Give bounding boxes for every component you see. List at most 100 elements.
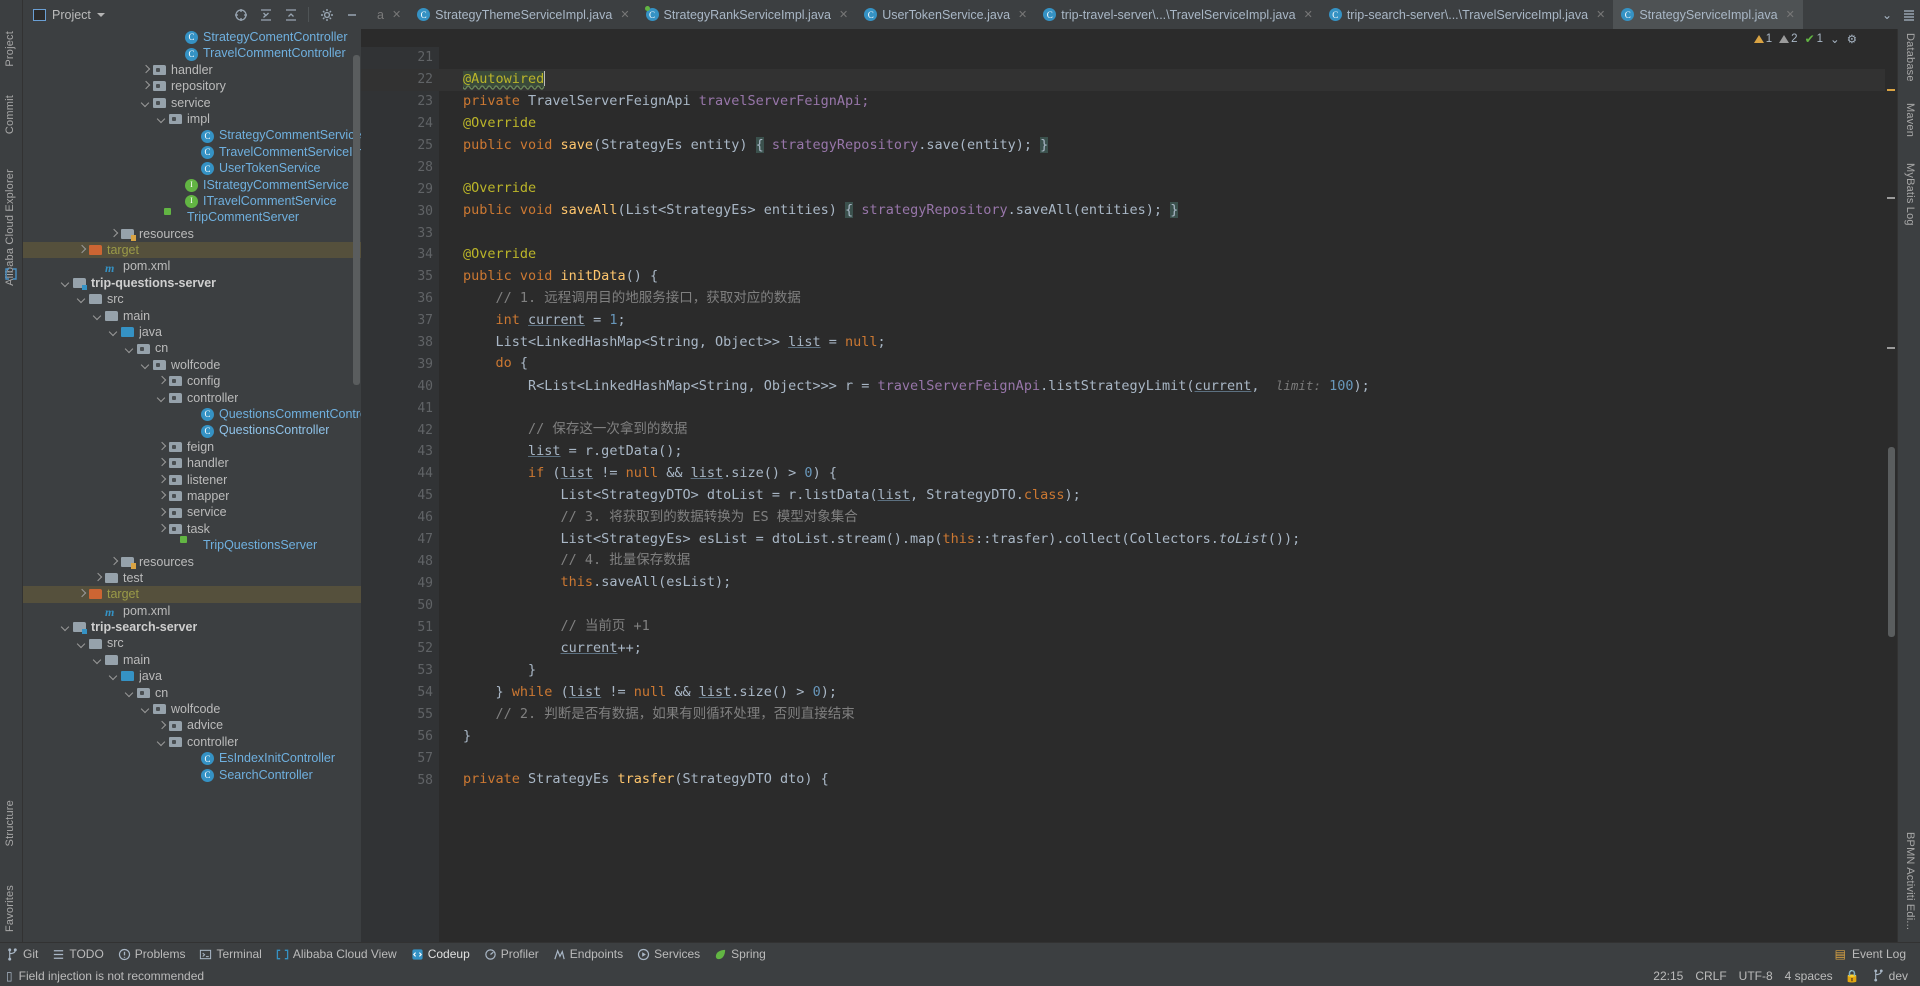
tree-item-trip-questions-server[interactable]: trip-questions-server	[23, 275, 361, 291]
status-branch[interactable]: dev	[1872, 969, 1908, 983]
tree-item-travelcommentcontroller[interactable]: C TravelCommentController	[23, 45, 361, 61]
gutter-line-41[interactable]: 41	[361, 397, 439, 419]
gutter-line-53[interactable]: 53−	[361, 660, 454, 682]
chevron-right-icon[interactable]	[157, 721, 167, 731]
tree-item-esindexinitcontroller[interactable]: C EsIndexInitController	[23, 750, 361, 766]
tree-item-service[interactable]: service	[23, 95, 361, 111]
weak-warning-count-badge[interactable]: 2	[1779, 33, 1798, 45]
gutter-line-50[interactable]: 50	[361, 594, 439, 616]
gutter-line-23[interactable]: 23	[361, 91, 458, 113]
editor-tab-1[interactable]: C StrategyThemeServiceImpl.java ✕	[409, 0, 637, 29]
editor-tab-5[interactable]: C trip-search-server\...\TravelServiceIm…	[1321, 0, 1614, 29]
tree-item-questionscommentcontroller[interactable]: C QuestionsCommentController	[23, 406, 361, 422]
code-line-54[interactable]: } while (list != null && list.size() > 0…	[439, 682, 1897, 704]
code-line-40[interactable]: R<List<LinkedHashMap<String, Object>>> r…	[439, 375, 1897, 397]
collapse-all-icon[interactable]	[283, 7, 298, 22]
editor-tab-2[interactable]: C StrategyRankServiceImpl.java ✕	[638, 0, 857, 29]
editor-tab-0[interactable]: a ✕	[369, 0, 409, 29]
marker-weak-warning[interactable]	[1887, 197, 1895, 199]
gutter-line-25[interactable]: 25+	[361, 135, 460, 157]
inspection-settings-icon[interactable]: ⚙	[1847, 32, 1857, 46]
sidebar-item-favorites[interactable]: Favorites	[4, 885, 16, 932]
code-editor[interactable]: 1 2 ✔ 1 ⌄ ⚙ 2122232425+282930+333	[361, 29, 1897, 942]
chevron-down-icon[interactable]	[93, 655, 103, 665]
code-line-58[interactable]: private StrategyEs trasfer(StrategyDTO d…	[439, 769, 1897, 791]
chevron-right-icon[interactable]	[141, 65, 151, 75]
close-icon[interactable]: ✕	[1596, 8, 1605, 21]
code-line-50[interactable]	[439, 594, 1897, 616]
editor-scrollbar-marks[interactable]	[1885, 47, 1897, 942]
gutter-line-34[interactable]: 34	[361, 244, 439, 266]
expand-all-icon[interactable]	[258, 7, 273, 22]
gutter-line-45[interactable]: 45	[361, 485, 439, 507]
editor-gutter[interactable]: 21 22 23 24 25+ 28 29 30+ 33 34 35− 36 37 38 39− 40 41 42…	[361, 47, 460, 942]
tool-button-problems[interactable]: Problems	[118, 947, 185, 961]
tool-button-codeup[interactable]: Codeup	[411, 947, 470, 961]
tool-button-terminal[interactable]: Terminal	[199, 947, 262, 961]
tool-button-alibaba-cloud-view[interactable]: Alibaba Cloud View	[276, 947, 397, 961]
code-line-42[interactable]: // 保存这一次拿到的数据	[439, 419, 1897, 441]
tree-item-controller[interactable]: controller	[23, 734, 361, 750]
tree-item-tripcommentserver[interactable]: TripCommentServer	[23, 209, 361, 225]
tree-item-wolfcode[interactable]: wolfcode	[23, 701, 361, 717]
tree-item-pom-xml[interactable]: m pom.xml	[23, 603, 361, 619]
code-line-57[interactable]	[439, 748, 1897, 770]
code-line-23[interactable]: private TravelServerFeignApi travelServe…	[439, 91, 1897, 113]
status-encoding[interactable]: UTF-8	[1739, 969, 1773, 983]
lock-icon[interactable]: 🔒	[1845, 969, 1860, 983]
gutter-line-46[interactable]: 46	[361, 507, 439, 529]
tool-button-endpoints[interactable]: Endpoints	[553, 947, 623, 961]
gutter-line-43[interactable]: 43	[361, 441, 439, 463]
gutter-line-52[interactable]: 52	[361, 638, 439, 660]
warning-count-badge[interactable]: 1	[1753, 33, 1772, 45]
code-line-41[interactable]	[439, 397, 1897, 419]
code-area[interactable]: 21 22 23 24 25+ 28 29 30+ 33 34 35− 36 37 38 39− 40 41 42…	[361, 47, 1897, 942]
sidebar-item-mybatis-log[interactable]: MyBatis Log	[1904, 163, 1916, 226]
code-line-34[interactable]: @Override	[439, 244, 1897, 266]
sidebar-item-project[interactable]: Project	[4, 31, 16, 67]
chevron-down-icon[interactable]	[157, 393, 167, 403]
code-line-35[interactable]: public void initData() {	[439, 266, 1897, 288]
code-line-25[interactable]: public void save(StrategyEs entity) { st…	[439, 135, 1897, 157]
tool-button-services[interactable]: Services	[637, 947, 700, 961]
editor-tab-3[interactable]: C UserTokenService.java ✕	[856, 0, 1035, 29]
code-line-28[interactable]	[439, 156, 1897, 178]
chevron-right-icon[interactable]	[93, 573, 103, 583]
sidebar-item-maven[interactable]: Maven	[1904, 103, 1916, 137]
chevron-down-icon[interactable]	[96, 12, 105, 17]
code-line-46[interactable]: // 3. 将获取到的数据转换为 ES 模型对象集合	[439, 507, 1897, 529]
marker-weak-warning-2[interactable]	[1887, 347, 1895, 349]
tree-item-listener[interactable]: listener	[23, 472, 361, 488]
gutter-line-37[interactable]: 37	[361, 310, 439, 332]
gutter-line-39[interactable]: 39−	[361, 353, 454, 375]
code-line-44[interactable]: if (list != null && list.size() > 0) {	[439, 463, 1897, 485]
status-line-separator[interactable]: CRLF	[1695, 969, 1726, 983]
chevron-down-icon[interactable]	[61, 278, 71, 288]
code-line-55[interactable]: // 2. 判断是否有数据，如果有则循环处理，否则直接结束	[439, 704, 1897, 726]
tree-item-travelcommentserviceimpl[interactable]: C TravelCommentServiceImpl	[23, 144, 361, 160]
gutter-line-35[interactable]: 35−	[361, 266, 460, 288]
editor-vertical-scrollbar[interactable]	[1888, 447, 1895, 637]
tree-item-src[interactable]: src	[23, 635, 361, 651]
gutter-line-22[interactable]: 22	[361, 68, 456, 91]
code-line-52[interactable]: current++;	[439, 638, 1897, 660]
tree-item-advice[interactable]: advice	[23, 717, 361, 733]
tree-item-strategycommentserviceimpl[interactable]: C StrategyCommentServiceImpl	[23, 127, 361, 143]
tree-item-main[interactable]: main	[23, 652, 361, 668]
chevron-down-icon[interactable]	[93, 311, 103, 321]
chevron-down-icon[interactable]	[141, 360, 151, 370]
sidebar-item-commit[interactable]: Commit	[4, 95, 16, 134]
tree-item-resources[interactable]: resources	[23, 226, 361, 242]
tree-item-itravelcommentservice[interactable]: I ITravelCommentService	[23, 193, 361, 209]
chevron-down-icon[interactable]	[157, 114, 167, 124]
gutter-line-21[interactable]: 21	[361, 47, 439, 69]
editor-tab-4[interactable]: C trip-travel-server\...\TravelServiceIm…	[1035, 0, 1321, 29]
sidebar-item-database[interactable]: Database	[1904, 33, 1916, 82]
gutter-line-54[interactable]: 54	[361, 682, 439, 704]
tree-item-task[interactable]: task	[23, 521, 361, 537]
project-tree[interactable]: C StrategyComentController C TravelCommentC…	[23, 29, 361, 942]
code-lines-container[interactable]: @Autowired private TravelServerFeignApi t…	[439, 47, 1897, 942]
code-line-24[interactable]: @Override	[439, 113, 1897, 135]
project-tree-scrollbar[interactable]	[353, 55, 360, 385]
chevron-right-icon[interactable]	[157, 491, 167, 501]
